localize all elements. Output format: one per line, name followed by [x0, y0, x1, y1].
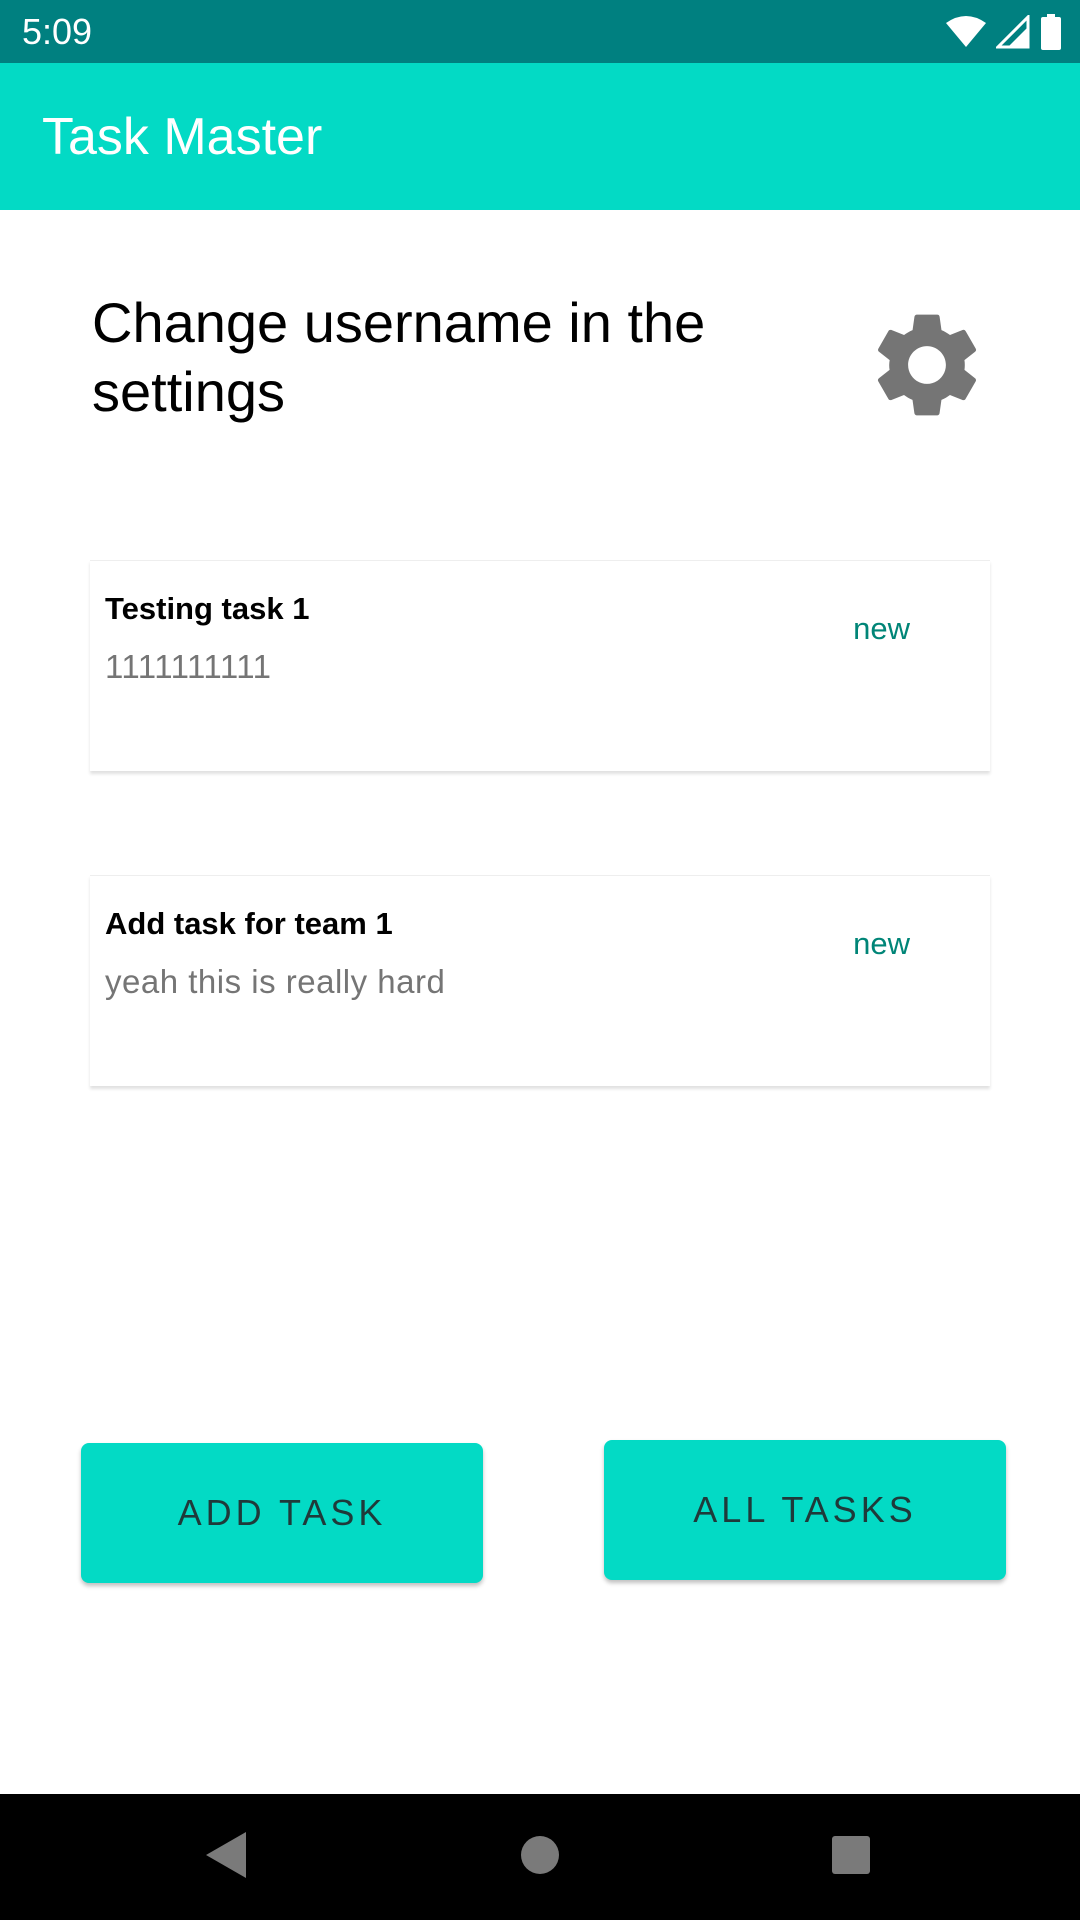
wifi-icon — [946, 16, 986, 48]
task-card[interactable]: Testing task 1 1111111111 new — [90, 560, 990, 771]
task-state: new — [853, 926, 910, 961]
all-tasks-button[interactable]: ALL TASKS — [604, 1440, 1006, 1580]
home-icon — [519, 1834, 561, 1881]
task-state: new — [853, 611, 910, 646]
home-button[interactable] — [507, 1824, 573, 1890]
battery-icon — [1040, 14, 1062, 50]
task-body: 1111111111 — [105, 648, 272, 685]
cell-signal-icon — [996, 15, 1030, 49]
task-title: Add task for team 1 — [105, 906, 393, 941]
status-time: 5:09 — [22, 11, 93, 52]
username-prompt: Change username in the settings — [92, 291, 706, 423]
recents-button[interactable] — [818, 1824, 884, 1890]
app-title: Task Master — [42, 108, 323, 166]
task-card[interactable]: Add task for team 1 yeah this is really … — [90, 875, 990, 1086]
screen: 5:09 Task Master Change username in the … — [0, 0, 1080, 1920]
status-icons — [946, 12, 1062, 52]
back-icon — [202, 1830, 248, 1885]
app-bar: Task Master — [0, 63, 1080, 210]
status-bar: 5:09 — [0, 0, 1080, 63]
settings-button[interactable] — [860, 300, 994, 434]
recents-icon — [831, 1835, 871, 1880]
gear-icon — [864, 302, 990, 433]
back-button[interactable] — [192, 1824, 258, 1890]
task-title: Testing task 1 — [105, 591, 310, 626]
navigation-bar — [0, 1794, 1080, 1920]
add-task-button[interactable]: ADD TASK — [81, 1443, 483, 1583]
task-body: yeah this is really hard — [105, 963, 446, 1000]
